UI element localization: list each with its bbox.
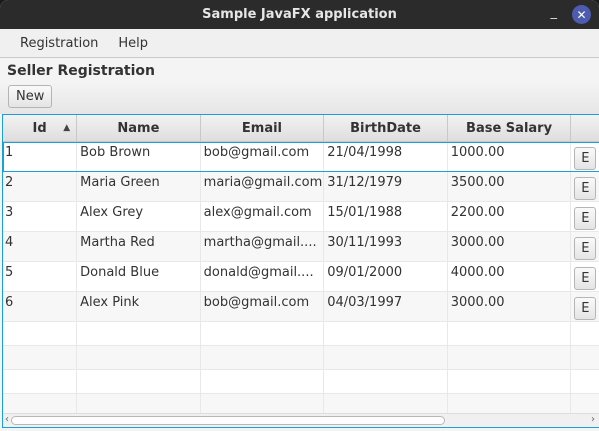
cell-base-salary: 4000.00 [448, 262, 572, 291]
app-window: Sample JavaFX application _ ✕ Registrati… [0, 0, 599, 431]
empty-cell [448, 370, 572, 393]
cell-email: maria@gmail.com [201, 172, 325, 201]
cell-id: 3 [3, 202, 78, 231]
table-body: 1 Bob Brown bob@gmail.com 21/04/1998 1000.00… [3, 142, 599, 418]
cell-base-salary: 3500.00 [448, 172, 572, 201]
empty-cell [324, 346, 448, 369]
cell-id: 6 [3, 292, 78, 321]
scroll-right-icon[interactable]: › [591, 414, 595, 425]
cell-email: alex@gmail.com [201, 202, 325, 231]
cell-birthdate: 30/11/1993 [324, 232, 448, 261]
window-title: Sample JavaFX application [202, 7, 397, 22]
empty-cell [448, 346, 572, 369]
table-row[interactable]: 5 Donald Blue donald@gmail.... 09/01/2000 40… [3, 262, 599, 292]
empty-cell [77, 370, 201, 393]
table-row[interactable]: 6 Alex Pink bob@gmail.com 04/03/1997 3000.00… [3, 292, 599, 322]
empty-cell [571, 322, 599, 345]
empty-cell [77, 346, 201, 369]
table-row[interactable]: 2 Maria Green maria@gmail.com 31/12/1979 350… [3, 172, 599, 202]
table-row[interactable]: 1 Bob Brown bob@gmail.com 21/04/1998 1000.00… [3, 142, 599, 172]
empty-cell [324, 322, 448, 345]
cell-email: martha@gmail.... [201, 232, 325, 261]
menu-registration[interactable]: Registration [10, 36, 108, 51]
cell-email: bob@gmail.com [201, 292, 325, 321]
menu-bar: Registration Help [0, 29, 599, 58]
empty-row [3, 346, 599, 370]
column-header-edit[interactable] [571, 115, 599, 141]
cell-birthdate: 09/01/2000 [324, 262, 448, 291]
column-label: Id [32, 120, 47, 136]
cell-base-salary: 3000.00 [448, 292, 572, 321]
cell-id: 2 [3, 172, 78, 201]
cell-edit: E [571, 172, 599, 201]
cell-birthdate: 21/04/1998 [324, 142, 448, 171]
column-header-birthdate[interactable]: BirthDate [324, 115, 448, 141]
column-header-id[interactable]: Id ▲ [3, 115, 78, 141]
close-icon[interactable]: ✕ [572, 5, 591, 24]
cell-base-salary: 1000.00 [448, 142, 572, 171]
column-header-email[interactable]: Email [201, 115, 325, 141]
cell-edit: E [571, 292, 599, 321]
empty-cell [201, 322, 325, 345]
edit-button[interactable]: E [574, 177, 597, 200]
cell-birthdate: 15/01/1988 [324, 202, 448, 231]
table-header: Id ▲ Name Email BirthDate Base Salary [3, 115, 599, 142]
minimize-icon[interactable]: _ [551, 5, 558, 20]
cell-name: Alex Grey [77, 202, 201, 231]
cell-name: Alex Pink [77, 292, 201, 321]
page-title: Seller Registration [7, 63, 155, 79]
cell-name: Donald Blue [77, 262, 201, 291]
edit-button[interactable]: E [574, 147, 597, 170]
toolbar: New [0, 82, 599, 114]
empty-row [3, 370, 599, 394]
empty-cell [77, 322, 201, 345]
empty-cell [201, 346, 325, 369]
edit-button[interactable]: E [574, 237, 597, 260]
cell-edit: E [571, 262, 599, 291]
empty-cell [571, 370, 599, 393]
table-row[interactable]: 4 Martha Red martha@gmail.... 30/11/1993 300… [3, 232, 599, 262]
cell-base-salary: 3000.00 [448, 232, 572, 261]
menu-help[interactable]: Help [108, 36, 158, 51]
cell-email: donald@gmail.... [201, 262, 325, 291]
empty-cell [3, 322, 78, 345]
cell-id: 5 [3, 262, 78, 291]
new-button[interactable]: New [8, 85, 53, 108]
cell-name: Maria Green [77, 172, 201, 201]
cell-base-salary: 2200.00 [448, 202, 572, 231]
empty-row [3, 322, 599, 346]
empty-cell [201, 370, 325, 393]
cell-id: 4 [3, 232, 78, 261]
empty-cell [448, 322, 572, 345]
edit-button[interactable]: E [574, 297, 597, 320]
seller-table: Id ▲ Name Email BirthDate Base Salary 1 Bo… [2, 114, 599, 428]
column-header-base-salary[interactable]: Base Salary [448, 115, 572, 141]
cell-birthdate: 31/12/1979 [324, 172, 448, 201]
empty-cell [3, 370, 78, 393]
cell-edit: E [571, 232, 599, 261]
edit-button[interactable]: E [574, 267, 597, 290]
sort-ascending-icon: ▲ [63, 123, 71, 133]
cell-email: bob@gmail.com [201, 142, 325, 171]
horizontal-scrollbar[interactable]: ‹ › [3, 413, 599, 427]
cell-edit: E [571, 142, 599, 171]
table-row[interactable]: 3 Alex Grey alex@gmail.com 15/01/1988 2200.0… [3, 202, 599, 232]
cell-edit: E [571, 202, 599, 231]
cell-id: 1 [3, 142, 78, 171]
cell-name: Martha Red [77, 232, 201, 261]
column-header-name[interactable]: Name [77, 115, 201, 141]
empty-cell [571, 346, 599, 369]
title-bar: Sample JavaFX application _ ✕ [0, 0, 599, 29]
empty-cell [3, 346, 78, 369]
empty-cell [324, 370, 448, 393]
edit-button[interactable]: E [574, 207, 597, 230]
scrollbar-thumb[interactable] [11, 416, 445, 425]
scroll-left-icon[interactable]: ‹ [5, 414, 9, 425]
cell-name: Bob Brown [77, 142, 201, 171]
cell-birthdate: 04/03/1997 [324, 292, 448, 321]
